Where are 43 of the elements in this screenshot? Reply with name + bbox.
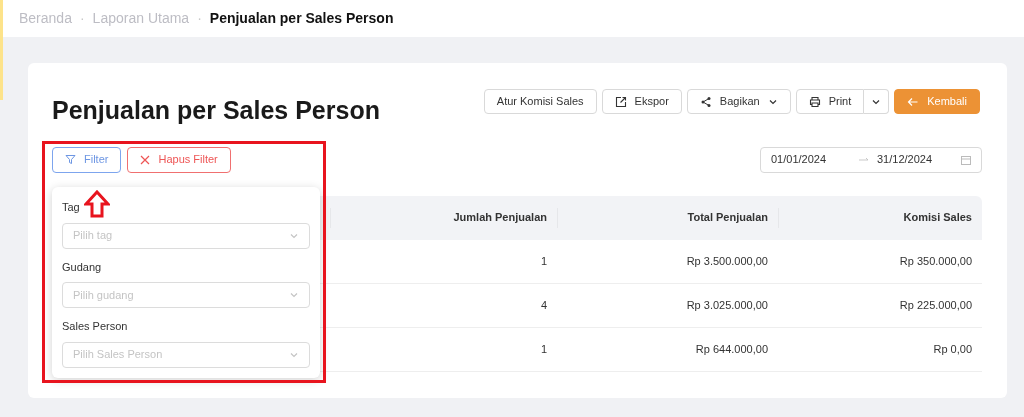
select-field[interactable]: Pilih gudang — [62, 282, 310, 308]
breadcrumb-item[interactable]: Beranda — [19, 8, 72, 29]
table-cell-text: 1 — [540, 341, 547, 357]
export-button[interactable]: Ekspor — [601, 89, 682, 114]
share-button[interactable]: Bagikan — [686, 89, 791, 114]
breadcrumb-separator: · — [197, 9, 202, 28]
select-field[interactable]: Pilih Sales Person — [62, 341, 310, 368]
funnel-icon — [65, 154, 76, 165]
page-title: Penjualan per Sales Person — [52, 95, 380, 126]
calendar-icon — [961, 154, 971, 165]
breadcrumb-separator: · — [79, 9, 85, 28]
share-icon — [699, 95, 712, 108]
table-cell-text: Rp 225.000,00 — [899, 297, 972, 313]
breadcrumb-item[interactable]: Laporan Utama — [92, 8, 190, 29]
chevron-down-icon — [289, 290, 299, 300]
column-header: Komisi Sales — [903, 210, 972, 226]
action-button[interactable]: Atur Komisi Sales — [483, 89, 597, 114]
printer-icon — [808, 95, 821, 108]
field-label: Gudang — [62, 259, 102, 275]
export-icon — [614, 95, 627, 108]
table-cell-text: Rp 3.025.000,00 — [686, 297, 768, 313]
print-button[interactable]: Print — [795, 89, 865, 114]
select-field[interactable]: Pilih tag — [62, 222, 310, 249]
arrow-right-icon — [859, 156, 869, 163]
column-header: Total Penjualan — [687, 210, 768, 226]
clear-filter-button[interactable]: Hapus Filter — [127, 146, 231, 173]
table-cell-text: 4 — [540, 297, 547, 313]
print-options-button[interactable] — [864, 89, 890, 114]
field-label: Tag — [62, 200, 80, 215]
arrow-left-icon — [907, 95, 920, 108]
filter-button[interactable]: Filter — [52, 146, 122, 173]
date-range-field[interactable]: 01/01/2024 31/12/2024 — [760, 146, 982, 173]
table-cell-text: Rp 644.000,00 — [695, 341, 768, 357]
close-icon — [140, 154, 151, 165]
breadcrumb-item: Penjualan per Sales Person — [209, 9, 394, 28]
table-cell-text: Rp 0,00 — [933, 341, 972, 357]
table-cell-text: Rp 350.000,00 — [899, 253, 972, 269]
table-cell-text: 1 — [540, 253, 547, 269]
table-cell-text: Rp 3.500.000,00 — [686, 253, 768, 269]
column-header: Jumlah Penjualan — [453, 210, 547, 226]
arrow-up-icon — [84, 190, 110, 218]
field-label: Sales Person — [62, 319, 128, 334]
back-button[interactable]: Kembali — [894, 89, 980, 114]
